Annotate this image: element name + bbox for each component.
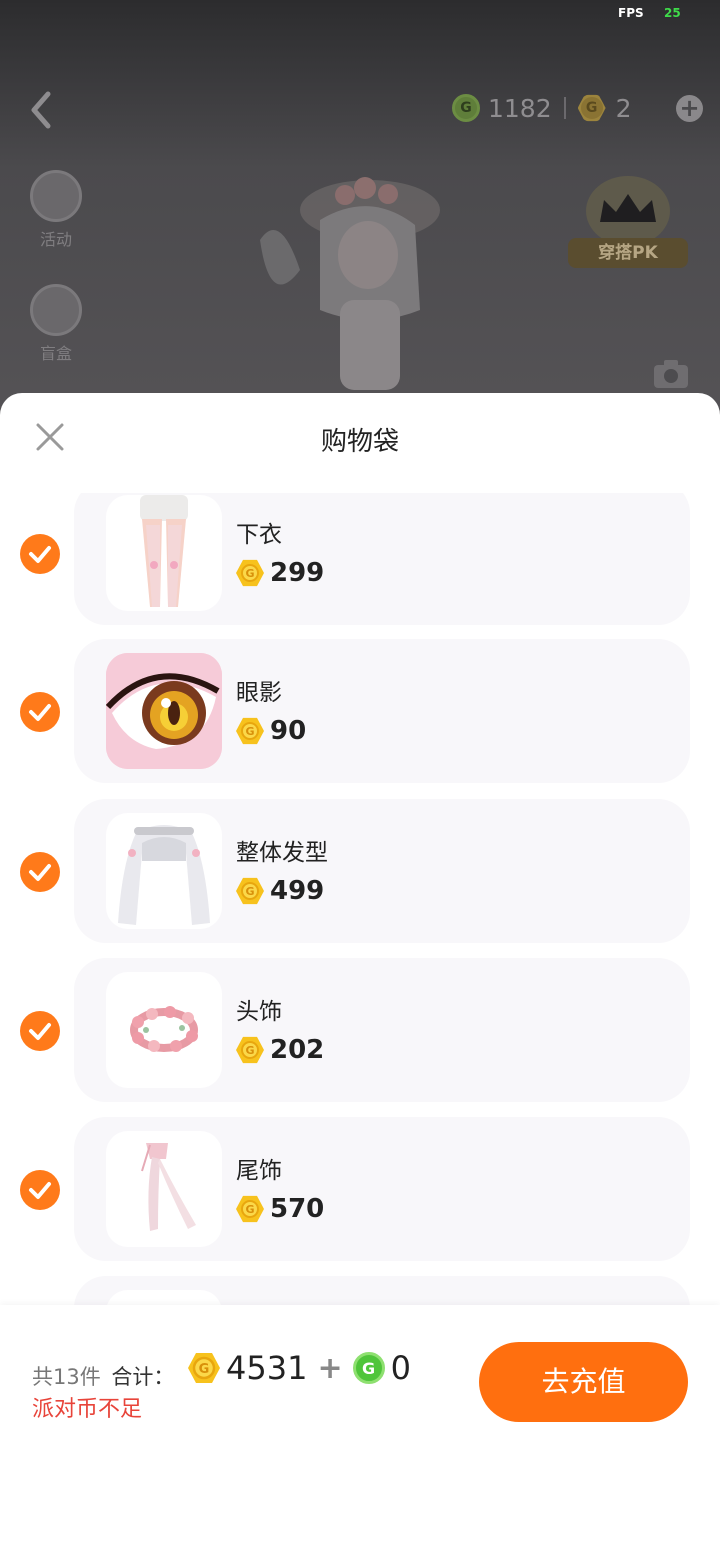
checkbox-checked-icon[interactable] <box>20 852 60 892</box>
background-scene: FPS 25 G 1182 G 2 + 活动 盲盒 穿搭PK <box>0 0 720 420</box>
item-price: G 202 <box>236 1035 324 1065</box>
tail-ribbon-thumbnail <box>106 1131 222 1247</box>
fps-value: 25 <box>664 6 681 20</box>
crown-icon <box>600 194 656 222</box>
party-coin-icon: G <box>236 717 264 745</box>
eye-thumbnail <box>106 653 222 769</box>
item-price: G 570 <box>236 1194 324 1224</box>
item-list[interactable]: 下衣 G 299 眼影 G 90 整体发型 G 499 头饰 G 202 尾饰 … <box>0 493 720 1305</box>
price-value: 570 <box>270 1194 325 1224</box>
item-thumbnail <box>106 1290 222 1305</box>
list-item[interactable] <box>0 1276 720 1305</box>
item-name: 下衣 <box>236 522 282 548</box>
green-coin-icon: G <box>352 1352 385 1384</box>
item-count: 共13件 合计： <box>32 1361 174 1391</box>
item-price: G 499 <box>236 876 324 906</box>
checkout-footer: 共13件 合计： G 4531 + G 0 派对币不足 去充值 <box>0 1305 720 1544</box>
party-coin-icon: G <box>188 1353 220 1383</box>
fps-label: FPS <box>618 6 644 20</box>
item-price: G 299 <box>236 558 324 588</box>
hair-thumbnail <box>106 813 222 929</box>
item-name: 头饰 <box>236 999 282 1025</box>
price-value: 499 <box>270 876 325 906</box>
shopping-bag-sheet: 购物袋 下衣 G 299 眼影 G 90 整体发型 G 499 头饰 G 202… <box>0 393 720 1544</box>
recharge-button[interactable]: 去充值 <box>479 1342 688 1422</box>
sheet-title: 购物袋 <box>320 427 399 457</box>
party-coin-amount: 2 <box>615 93 632 123</box>
mystery-box-label: 盲盒 <box>39 344 72 363</box>
party-coin-icon: G <box>577 94 606 122</box>
checkbox-checked-icon[interactable] <box>20 1011 60 1051</box>
list-item[interactable]: 下衣 G 299 <box>0 493 720 625</box>
item-price: G 90 <box>236 716 306 746</box>
list-item[interactable]: 眼影 G 90 <box>0 639 720 783</box>
activity-label: 活动 <box>39 230 72 249</box>
item-name: 尾饰 <box>236 1158 282 1184</box>
back-arrow-icon[interactable] <box>24 88 64 132</box>
flower-crown-thumbnail <box>106 972 222 1088</box>
plus-sign: + <box>317 1350 343 1386</box>
item-count-text: 共13件 <box>32 1365 101 1389</box>
total-label: 合计： <box>111 1365 175 1389</box>
item-name: 整体发型 <box>236 840 328 866</box>
total-amount: G 4531 + G 0 <box>188 1349 411 1387</box>
total-party-coins: 4531 <box>226 1349 308 1387</box>
green-coin-amount: 1182 <box>488 93 552 123</box>
green-coin-icon: G <box>452 94 480 122</box>
total-green-coins: 0 <box>390 1349 411 1387</box>
list-item[interactable]: 尾饰 G 570 <box>0 1117 720 1261</box>
outfit-pk-button[interactable]: 穿搭PK <box>568 176 688 272</box>
mystery-box-button[interactable]: 盲盒 <box>24 284 88 364</box>
svg-text:G: G <box>199 1362 210 1377</box>
party-coin-icon: G <box>236 877 264 905</box>
outfit-pk-label: 穿搭PK <box>568 238 688 268</box>
avatar-character <box>240 150 480 400</box>
insufficient-coins-warning: 派对币不足 <box>32 1397 143 1422</box>
list-item[interactable]: 头饰 G 202 <box>0 958 720 1102</box>
activity-button[interactable]: 活动 <box>24 170 88 250</box>
price-value: 90 <box>270 716 307 746</box>
divider <box>563 97 566 119</box>
checkbox-checked-icon[interactable] <box>20 1170 60 1210</box>
item-name: 眼影 <box>236 680 282 706</box>
pants-thumbnail <box>106 495 222 611</box>
party-coin-icon: G <box>236 559 264 587</box>
price-value: 299 <box>270 558 325 588</box>
checkbox-checked-icon[interactable] <box>20 692 60 732</box>
add-coin-button[interactable]: + <box>676 95 703 122</box>
party-coin-icon: G <box>236 1195 264 1223</box>
list-item[interactable]: 整体发型 G 499 <box>0 799 720 943</box>
price-value: 202 <box>270 1035 325 1065</box>
currency-bar: G 1182 G 2 <box>452 90 632 126</box>
checkbox-checked-icon[interactable] <box>20 534 60 574</box>
party-coin-icon: G <box>236 1036 264 1064</box>
gift-box-icon <box>30 284 82 336</box>
camera-icon[interactable] <box>652 358 690 390</box>
hot-air-balloon-icon <box>30 170 82 222</box>
